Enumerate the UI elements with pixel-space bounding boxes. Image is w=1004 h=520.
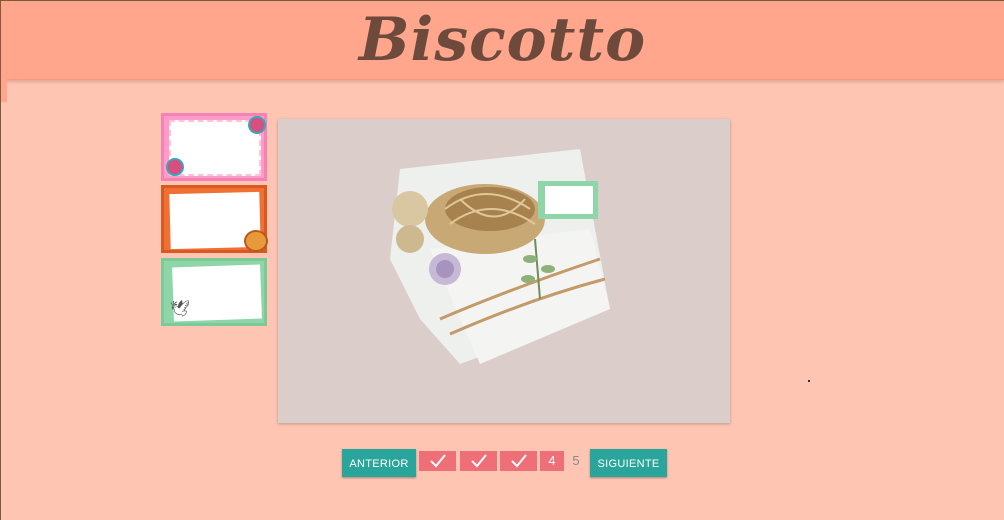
step-3-done[interactable] [500, 451, 537, 471]
step-5-pending[interactable]: 5 [568, 451, 584, 471]
step-4-current[interactable]: 4 [540, 451, 564, 471]
preview-stage [278, 119, 730, 423]
step-1-done[interactable] [419, 451, 456, 471]
thumbnail-orange-fox-tag[interactable] [161, 185, 268, 253]
brand-logo: Biscotto [358, 5, 647, 75]
previous-button[interactable]: ANTERIOR [342, 449, 416, 477]
bird-icon: 🕊 [170, 301, 191, 318]
fox-icon [244, 230, 268, 252]
flower-icon [166, 158, 184, 176]
gift-box-image [390, 149, 610, 364]
site-header: Biscotto [1, 1, 1004, 80]
header-notch [1, 79, 7, 102]
check-icon [429, 454, 446, 468]
check-icon [470, 454, 487, 468]
stray-dot [808, 380, 810, 382]
check-icon [510, 454, 527, 468]
step-2-done[interactable] [460, 451, 497, 471]
thumbnail-green-bird-tag[interactable]: 🕊 [161, 258, 267, 326]
thumbnail-pink-flower-tag[interactable] [161, 113, 267, 181]
next-button[interactable]: SIGUIENTE [590, 449, 667, 477]
flower-icon [248, 116, 266, 134]
